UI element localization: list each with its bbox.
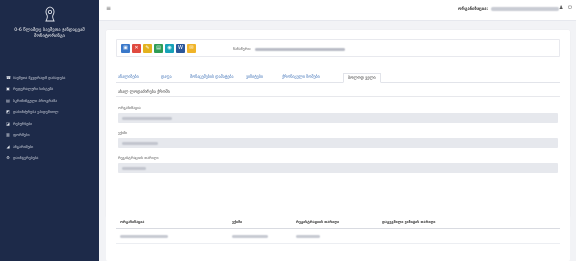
- sidebar-item-label: რესურსები: [13, 121, 33, 126]
- camera-button[interactable]: ◉: [165, 44, 174, 53]
- gear-icon: ⚙: [6, 155, 10, 161]
- registration-date-field[interactable]: [118, 163, 558, 173]
- doctor-field-label: ექიმი: [118, 131, 128, 135]
- power-icon[interactable]: ⏻: [568, 5, 572, 11]
- bed-icon: ◩: [6, 109, 10, 115]
- cell-doctor-redacted: [232, 235, 268, 238]
- column-header-organization[interactable]: ორგანიზაცია: [120, 220, 144, 224]
- visits-table: ორგანიზაცია ექიმი რეგისტრაციის თარიღი და…: [106, 196, 570, 261]
- sidebar-item-6[interactable]: ◢ ანგარიშები: [0, 141, 99, 153]
- registration-date-value-redacted: [122, 166, 146, 170]
- doctor-field[interactable]: [118, 138, 558, 148]
- list-icon: ▤: [6, 97, 10, 103]
- record-value-redacted: [254, 47, 345, 51]
- delete-button[interactable]: ✕: [132, 44, 141, 53]
- brand: 0-6 წლამდე ბავშვთა ჯანდაცვამ მონიტორინგი: [0, 0, 99, 49]
- sidebar-item-label: დაინტერესება: [13, 156, 39, 161]
- tab-add-data[interactable]: მონაცემების დამატება: [190, 73, 233, 83]
- topbar: ≡ ორგანიზაცია: ♟ ⏻: [99, 0, 576, 21]
- sidebar-item-2[interactable]: ▤ სკრინინგული პროგრამა: [0, 95, 99, 107]
- user-icon[interactable]: ♟: [559, 5, 563, 11]
- organization-field-label: ორგანიზაცია: [118, 106, 141, 110]
- cell-registration-date-redacted: [296, 235, 320, 238]
- brand-title: 0-6 წლამდე ბავშვთა ჯანდაცვამ მონიტორინგი: [14, 28, 85, 39]
- sidebar-item-7[interactable]: ⚙ დაინტერესება: [0, 153, 99, 165]
- tab-last-field[interactable]: ბოლოდ ველი: [343, 73, 381, 83]
- tab-bar: ანალიზები დაფა მონაცემების დამატება ვიზი…: [116, 73, 560, 83]
- chart-icon: ▥: [6, 132, 10, 138]
- sidebar-item-label: დაბინძურება ეპიდემიოლ: [13, 110, 59, 115]
- toolbar: ▣ ✕ ✎ ▤ ◉ W ✉ ჩანაწერი:: [116, 39, 560, 57]
- tab-chronic[interactable]: ქრონიკული ზომები: [282, 73, 320, 83]
- word-button[interactable]: W: [176, 44, 185, 53]
- column-header-doctor[interactable]: ექიმი: [232, 220, 242, 224]
- sidebar-item-label: სკრინინგული პროგრამა: [13, 98, 57, 103]
- sidebar-item-label: ანგარიშები: [13, 144, 34, 149]
- record-info: ჩანაწერი:: [233, 46, 345, 51]
- bars-icon: ◢: [6, 143, 10, 149]
- cell-organization-redacted: [120, 235, 168, 238]
- divider: [116, 96, 560, 97]
- sidebar-nav: ☎ ბავშვთა მკვდრადშ დაბადება ▣ რეფერალური ს…: [0, 72, 99, 164]
- column-header-planned-visit-date[interactable]: დაგეგმილი ვიზიტის თარიღი: [382, 220, 435, 224]
- organization-field[interactable]: [118, 113, 558, 123]
- record-label: ჩანაწერი:: [233, 46, 251, 51]
- edit-button[interactable]: ✎: [143, 44, 152, 53]
- save-button[interactable]: ▣: [121, 44, 130, 53]
- section-title: ახალ ლოდაძირება ქროში: [118, 89, 170, 94]
- doctor-field-value-redacted: [122, 141, 158, 145]
- organization-info: ორგანიზაცია:: [458, 6, 560, 11]
- users-icon: ▣: [6, 86, 10, 92]
- phone-icon: ☎: [6, 74, 11, 80]
- column-header-registration-date[interactable]: რეგისტრაციის თარიღი: [296, 220, 339, 224]
- pill-icon: ◪: [6, 120, 10, 126]
- sidebar-item-label: ფორმები: [13, 133, 30, 138]
- logo-icon: [45, 6, 55, 22]
- sidebar-item-label: რეფერალური სისტემა: [13, 87, 54, 92]
- sidebar-item-5[interactable]: ▥ ფორმები: [0, 130, 99, 142]
- sidebar-item-3[interactable]: ◩ დაბინძურება ეპიდემიოლ: [0, 107, 99, 119]
- mail-button[interactable]: ✉: [187, 44, 196, 53]
- sidebar-item-1[interactable]: ▣ რეფერალური სისტემა: [0, 84, 99, 96]
- sidebar-item-label: ბავშვთა მკვდრადშ დაბადება: [13, 75, 66, 80]
- organization-field-value-redacted: [122, 116, 172, 120]
- sidebar-item-4[interactable]: ◪ რესურსები: [0, 118, 99, 130]
- organization-label: ორგანიზაცია:: [458, 6, 489, 11]
- menu-icon[interactable]: ≡: [106, 6, 112, 12]
- table-button[interactable]: ▤: [154, 44, 163, 53]
- row-divider: [116, 243, 560, 244]
- header-divider: [116, 228, 560, 229]
- tab-board[interactable]: დაფა: [161, 73, 172, 83]
- tab-analyses[interactable]: ანალიზები: [118, 73, 139, 83]
- main-card: ▣ ✕ ✎ ▤ ◉ W ✉ ჩანაწერი: ანალიზები დაფა მ…: [106, 30, 570, 218]
- sidebar-item-0[interactable]: ☎ ბავშვთა მკვდრადშ დაბადება: [0, 72, 99, 84]
- tab-visits[interactable]: ვიზიტები: [246, 73, 263, 83]
- registration-date-label: რეგისტრაციის თარიღი: [118, 156, 159, 160]
- sidebar: 0-6 წლამდე ბავშვთა ჯანდაცვამ მონიტორინგი…: [0, 0, 99, 261]
- organization-name-redacted: [491, 7, 560, 11]
